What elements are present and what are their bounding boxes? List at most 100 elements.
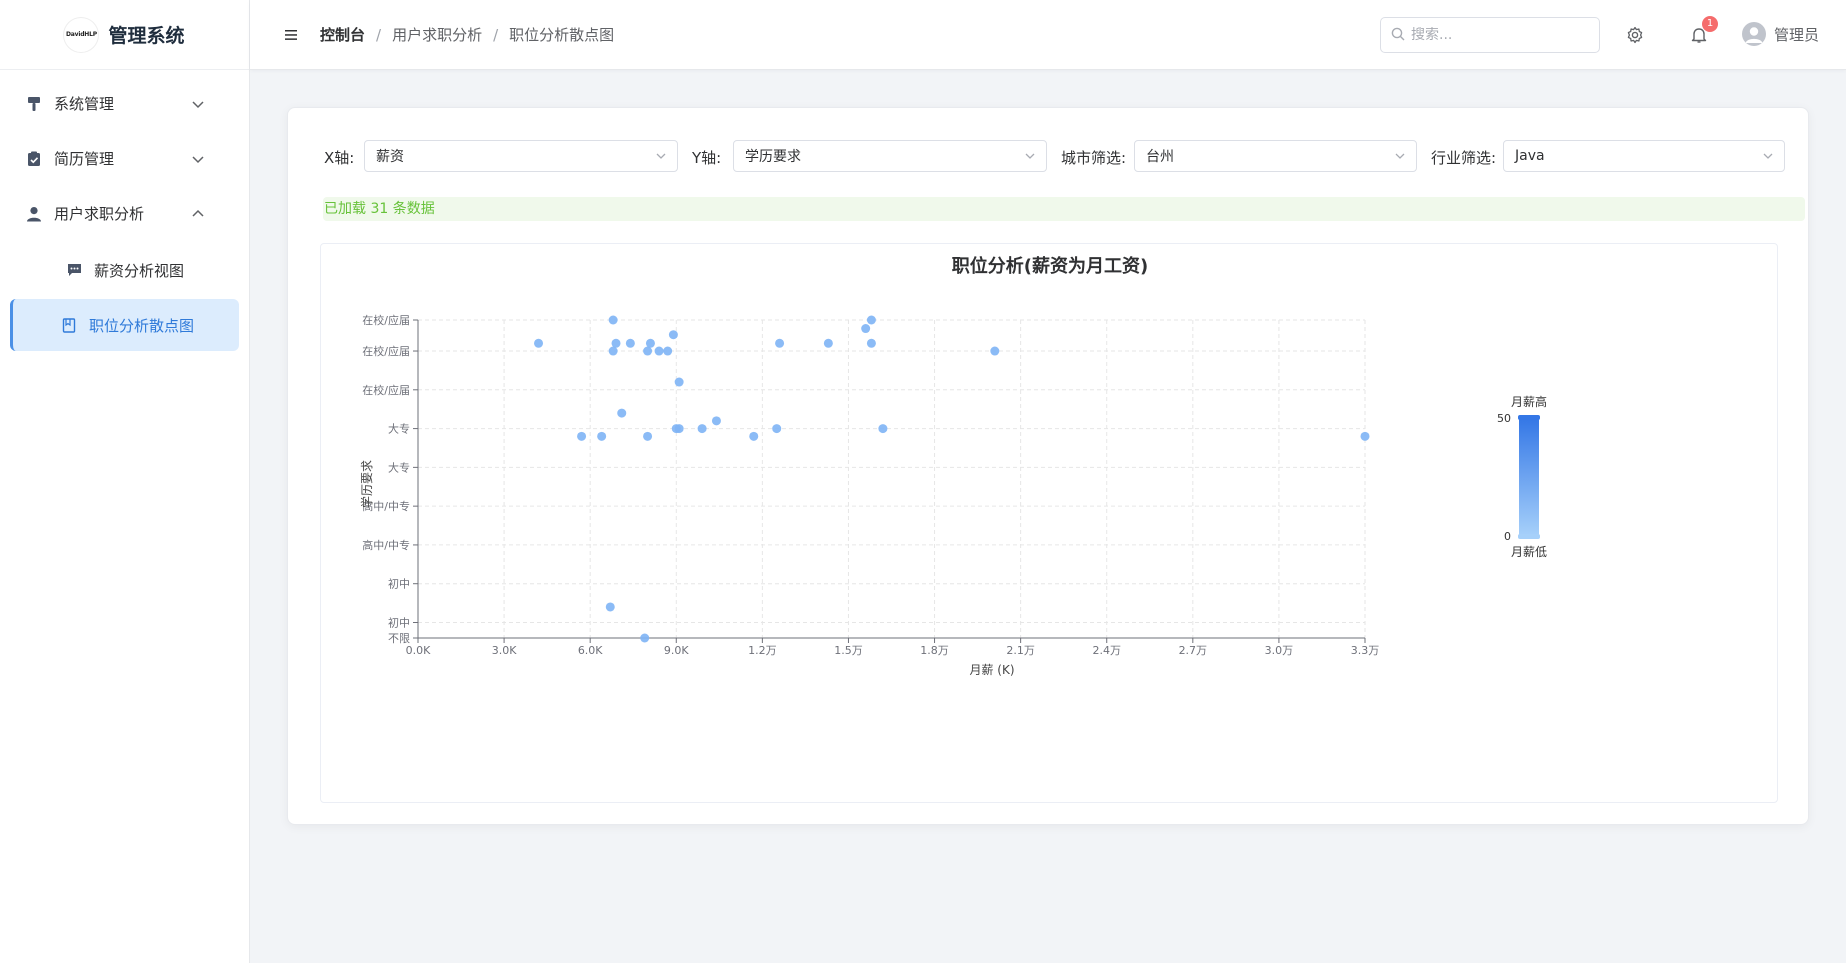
search-icon — [1391, 26, 1405, 45]
sidebar-item-position-scatter[interactable]: 职位分析散点图 — [10, 299, 239, 351]
city-filter-value: 台州 — [1146, 149, 1174, 165]
sidebar-item-label: 系统管理 — [54, 95, 115, 113]
breadcrumb-item[interactable]: 用户求职分析 — [392, 24, 482, 45]
scatter-point — [866, 338, 876, 348]
top-header: 控制台 / 用户求职分析 / 职位分析散点图 1 管理员 — [250, 0, 1846, 70]
x-tick-label: 2.7万 — [1179, 644, 1208, 657]
scatter-chart: 职位分析(薪资为月工资) 0.0K 3.0K 6.0K 9.0K 1.2万 1.5万 1.8… — [320, 243, 1778, 803]
x-tick-label: 3.0万 — [1265, 644, 1294, 657]
avatar — [1742, 22, 1766, 46]
sidebar-item-label: 薪资分析视图 — [94, 261, 185, 280]
y-axis-label: Y轴: — [692, 149, 722, 167]
visual-map-handle-high — [1518, 415, 1540, 420]
visual-map-handle-low — [1518, 534, 1540, 539]
x-tick-label: 2.1万 — [1006, 644, 1035, 657]
y-tick-label: 大专 — [388, 422, 410, 436]
x-tick-label: 3.0K — [492, 644, 517, 657]
scatter-point — [654, 346, 664, 356]
scatter-point — [749, 431, 759, 441]
scatter-point — [775, 338, 785, 348]
scatter-point — [640, 633, 650, 643]
y-tick-label: 初中 — [388, 577, 410, 591]
x-tick-label: 3.3万 — [1351, 644, 1380, 657]
scatter-point — [608, 346, 618, 356]
breadcrumb: 控制台 / 用户求职分析 / 职位分析散点图 — [320, 24, 614, 45]
scatter-analysis-card: X轴: 薪资 Y轴: 学历要求 城市筛选: 台州 行业筛选: Java 已加载 … — [287, 107, 1809, 825]
grid-layer — [417, 319, 1366, 639]
axis-layer: 0.0K 3.0K 6.0K 9.0K 1.2万 1.5万 1.8万 2.1万 2.4万 2.7万… — [362, 313, 1379, 657]
chevron-down-icon — [191, 152, 205, 166]
brand-title: 管理系统 — [108, 25, 185, 47]
scatter-point — [617, 408, 627, 418]
user-name: 管理员 — [1774, 25, 1820, 44]
scatter-point — [866, 315, 876, 325]
chevron-down-icon — [1762, 150, 1774, 162]
scatter-point — [711, 416, 721, 426]
y-tick-label: 高中/中专 — [362, 538, 410, 552]
scatter-point — [697, 424, 707, 434]
chat-icon — [66, 262, 82, 278]
scatter-point — [608, 315, 618, 325]
scatter-chart-svg: 职位分析(薪资为月工资) 0.0K 3.0K 6.0K 9.0K 1.2万 1.5万 1.8… — [359, 255, 1547, 677]
scatter-point — [1360, 431, 1370, 441]
scatter-point — [990, 346, 1000, 356]
sidebar-item-label: 用户求职分析 — [54, 205, 145, 223]
notification-bell-icon[interactable]: 1 — [1686, 16, 1718, 48]
scatter-point — [534, 338, 544, 348]
brush-icon — [26, 96, 42, 112]
x-tick-label: 2.4万 — [1092, 644, 1121, 657]
user-icon — [26, 206, 42, 222]
x-tick-label: 0.0K — [406, 644, 431, 657]
chart-title: 职位分析(薪资为月工资) — [952, 255, 1148, 277]
y-axis-select[interactable]: 学历要求 — [733, 140, 1047, 172]
hamburger-menu-icon[interactable] — [280, 23, 304, 47]
y-axis-value: 学历要求 — [745, 149, 801, 165]
scatter-point — [663, 346, 673, 356]
x-tick-label: 1.8万 — [920, 644, 949, 657]
brand-logo: DavidHLP — [64, 17, 99, 52]
breadcrumb-separator: / — [376, 25, 382, 44]
industry-filter-label: 行业筛选: — [1431, 149, 1497, 167]
chevron-down-icon — [1394, 150, 1406, 162]
city-filter-label: 城市筛选: — [1061, 149, 1127, 167]
sidebar: DavidHLP 管理系统 系统管理 简历管理 用户求职分析 薪资分析视图 职位… — [0, 0, 250, 963]
breadcrumb-separator: / — [493, 25, 499, 44]
notebook-icon — [61, 317, 77, 333]
scatter-point — [674, 377, 684, 387]
brand[interactable]: DavidHLP 管理系统 — [0, 0, 249, 70]
scatter-point — [643, 346, 653, 356]
breadcrumb-item: 职位分析散点图 — [509, 26, 615, 44]
visual-map-min-text: 0 — [1504, 530, 1511, 543]
city-filter-select[interactable]: 台州 — [1134, 140, 1417, 172]
visual-map-bar — [1519, 418, 1539, 536]
scatter-point — [823, 338, 833, 348]
visual-map-low-label: 月薪低 — [1511, 545, 1547, 559]
scatter-point — [668, 330, 678, 340]
user-menu[interactable]: 管理员 — [1742, 22, 1819, 46]
sidebar-item-user-analysis[interactable]: 用户求职分析 — [0, 186, 249, 241]
industry-filter-select[interactable]: Java — [1503, 140, 1785, 172]
sidebar-item-label: 职位分析散点图 — [89, 316, 195, 335]
breadcrumb-item[interactable]: 控制台 — [320, 24, 365, 45]
x-axis-select[interactable]: 薪资 — [364, 140, 678, 172]
scatter-point — [643, 431, 653, 441]
visual-map-legend[interactable]: 月薪高月薪低 50 0 — [1497, 394, 1547, 559]
filter-bar: X轴: 薪资 Y轴: 学历要求 城市筛选: 台州 行业筛选: Java — [324, 140, 1785, 172]
notification-badge: 1 — [1702, 16, 1718, 32]
scatter-point — [674, 424, 684, 434]
sidebar-item-system[interactable]: 系统管理 — [0, 76, 249, 131]
y-tick-label: 在校/应届 — [362, 383, 410, 397]
y-tick-label: 不限 — [388, 632, 410, 645]
y-tick-label: 大专 — [388, 460, 410, 474]
sidebar-item-resume[interactable]: 简历管理 — [0, 131, 249, 186]
chevron-down-icon — [191, 97, 205, 111]
settings-gear-icon[interactable] — [1622, 22, 1648, 48]
search-box[interactable] — [1380, 17, 1600, 53]
x-axis-value: 薪资 — [376, 149, 404, 165]
scatter-point — [878, 424, 888, 434]
sidebar-item-label: 简历管理 — [54, 150, 115, 168]
sidebar-item-salary-view[interactable]: 薪资分析视图 — [10, 244, 239, 296]
scatter-point — [772, 424, 782, 434]
scatter-point — [597, 431, 607, 441]
search-input[interactable] — [1411, 27, 1591, 43]
